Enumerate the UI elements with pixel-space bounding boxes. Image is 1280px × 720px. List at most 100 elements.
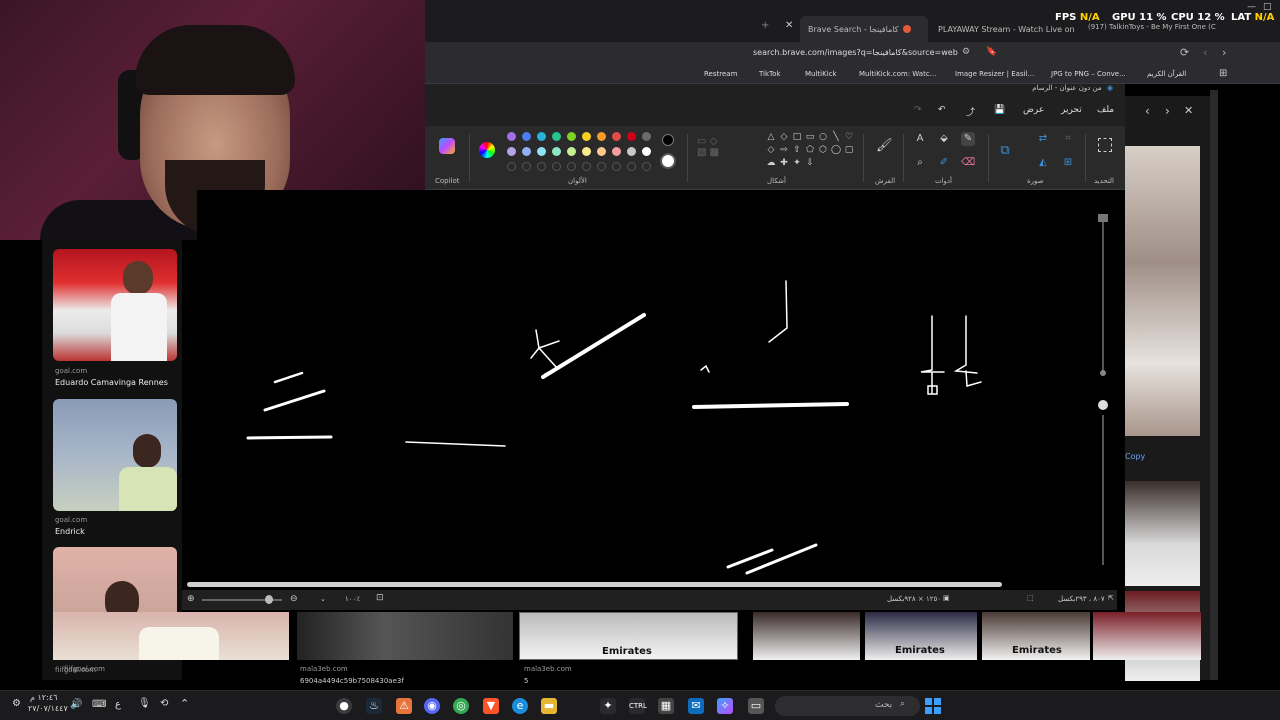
color-swatch[interactable] <box>522 132 531 141</box>
custom-color-slot[interactable] <box>627 162 636 171</box>
prev-result-icon[interactable]: ‹ <box>1145 104 1150 118</box>
zoom-dropdown-icon[interactable]: ⌄ <box>320 595 326 603</box>
bookmark-restream[interactable]: Restream <box>704 70 737 78</box>
custom-color-slot[interactable] <box>567 162 576 171</box>
clock-date[interactable]: ٢٧/٠٧/١٤٤٧ <box>28 704 68 713</box>
crop-icon[interactable]: ⌗ <box>1061 132 1075 146</box>
result-image[interactable] <box>753 612 860 660</box>
canvas-vertical-scrollbar[interactable] <box>1098 200 1110 575</box>
result-title[interactable]: Eduardo Camavinga Rennes <box>55 378 168 387</box>
color-swatch[interactable] <box>597 147 606 156</box>
color-swatch[interactable] <box>537 147 546 156</box>
result-title[interactable]: 6904a4494c59b7508430ae3f <box>300 677 404 685</box>
custom-color-slot[interactable] <box>582 162 591 171</box>
steam-icon[interactable]: ♨ <box>366 698 382 714</box>
undo-icon[interactable]: ↶ <box>938 105 946 115</box>
result-source[interactable]: mala3eb.com <box>300 665 348 673</box>
paint-taskbar-icon[interactable]: ▭ <box>748 698 764 714</box>
shape-option-icon[interactable]: ☁ <box>764 156 778 170</box>
app-icon[interactable]: ▦ <box>658 698 674 714</box>
tab-brave-search[interactable]: Brave Search - كامافينجا <box>800 16 928 42</box>
apps-grid-icon[interactable]: ⊞ <box>1219 68 1227 79</box>
result-image[interactable]: Emirates <box>865 612 977 660</box>
color-swatch[interactable] <box>552 132 561 141</box>
selection-icon[interactable] <box>1098 138 1112 152</box>
result-source[interactable]: mala3eb.com <box>524 665 572 673</box>
rotate-icon[interactable]: ◭ <box>1036 156 1050 170</box>
brave-taskbar-icon[interactable]: ▼ <box>483 698 499 714</box>
result-image[interactable] <box>297 612 513 660</box>
menu-view[interactable]: عرض <box>1023 105 1044 115</box>
color-swatch[interactable] <box>597 132 606 141</box>
result-source[interactable]: goal.com <box>55 367 87 375</box>
tray-chevron-icon[interactable]: ⌃ <box>180 697 189 710</box>
close-preview-icon[interactable]: ✕ <box>1184 104 1193 117</box>
save-icon[interactable]: 💾 <box>994 105 1005 115</box>
new-tab-icon[interactable]: + <box>761 20 769 31</box>
magnifier-tool-icon[interactable]: ⌕ <box>913 156 927 170</box>
shape-option-icon[interactable]: △ <box>764 130 778 144</box>
copilot-taskbar-icon[interactable]: ✧ <box>717 698 733 714</box>
text-tool-icon[interactable]: A <box>913 132 927 146</box>
secondary-color[interactable] <box>660 153 676 169</box>
result-image[interactable]: Emirates <box>982 612 1090 660</box>
url-text[interactable]: search.brave.com/images?q=كامافينجا&sour… <box>753 48 958 57</box>
color-swatch[interactable] <box>582 147 591 156</box>
bookmark-image-resizer[interactable]: Image Resizer | Easil... <box>955 70 1034 78</box>
result-image[interactable] <box>53 612 289 660</box>
color-swatch[interactable] <box>627 147 636 156</box>
shape-option-icon[interactable]: ⬡ <box>816 143 830 157</box>
zoom-out-icon[interactable]: ⊖ <box>290 594 298 604</box>
color-swatch[interactable] <box>642 147 651 156</box>
color-swatch[interactable] <box>627 132 636 141</box>
shape-option-icon[interactable]: ⇧ <box>790 143 804 157</box>
color-swatch[interactable] <box>567 147 576 156</box>
edit-colors-icon[interactable] <box>479 142 495 158</box>
color-swatch[interactable] <box>642 132 651 141</box>
scroll-up-icon[interactable] <box>1098 214 1108 222</box>
next-result-icon[interactable]: › <box>1165 104 1170 118</box>
file-explorer-icon[interactable]: ▬ <box>541 698 557 714</box>
pencil-tool-icon[interactable]: ✎ <box>961 132 975 146</box>
shape-option-icon[interactable]: ▢ <box>842 143 856 157</box>
maximize-icon[interactable]: □ <box>1263 2 1272 12</box>
result-image[interactable] <box>1093 612 1201 660</box>
menu-edit[interactable]: تحرير <box>1061 105 1082 115</box>
bookmark-jpg-to-png[interactable]: JPG to PNG – Conve... <box>1051 70 1126 78</box>
shape-option-icon[interactable]: ◇ <box>764 143 778 157</box>
color-swatch[interactable] <box>507 147 516 156</box>
image-crop-icon[interactable]: ⧉ <box>998 144 1012 158</box>
zoom-level[interactable]: ١٠٠٪ <box>345 595 360 603</box>
edge-icon[interactable]: e <box>512 698 528 714</box>
bookmark-multikick-watch[interactable]: MultiKick.com: Watc... <box>859 70 936 78</box>
color-swatch[interactable] <box>507 132 516 141</box>
shape-option-icon[interactable]: ◇ <box>777 130 791 144</box>
custom-color-slot[interactable] <box>552 162 561 171</box>
bookmark-icon[interactable]: 🔖 <box>986 47 997 57</box>
zoom-in-icon[interactable]: ⊕ <box>187 594 195 604</box>
result-image-selected[interactable]: Emirates <box>519 612 738 660</box>
zoom-slider-thumb[interactable] <box>265 595 273 604</box>
color-picker-icon[interactable]: ✐ <box>937 156 951 170</box>
forward-icon[interactable]: › <box>1222 46 1226 59</box>
result-source[interactable]: goal.com <box>55 516 87 524</box>
language-indicator[interactable]: ع <box>115 699 121 710</box>
shape-option-icon[interactable]: □ <box>790 130 804 144</box>
app-icon[interactable]: ⚠ <box>396 698 412 714</box>
shape-option-icon[interactable]: ✚ <box>777 156 791 170</box>
shape-option-icon[interactable]: ⇩ <box>803 156 817 170</box>
h-scroll-thumb[interactable] <box>187 582 1002 587</box>
volume-icon[interactable]: 🔊 <box>70 699 82 710</box>
network-icon[interactable]: ⌨ <box>92 699 106 710</box>
chrome-icon[interactable]: ◎ <box>453 698 469 714</box>
microphone-icon[interactable]: 🎙 <box>138 698 151 709</box>
custom-color-slot[interactable] <box>612 162 621 171</box>
menu-file[interactable]: ملف <box>1097 105 1114 115</box>
shape-option-icon[interactable]: ♡ <box>842 130 856 144</box>
resize-icon[interactable]: ⇄ <box>1036 132 1050 146</box>
result-title[interactable]: Endrick <box>55 527 85 536</box>
result-source[interactable]: fiifgoal.com <box>64 665 105 673</box>
shape-option-icon[interactable]: ⇨ <box>777 143 791 157</box>
color-swatch[interactable] <box>612 147 621 156</box>
outlook-icon[interactable]: ✉ <box>688 698 704 714</box>
